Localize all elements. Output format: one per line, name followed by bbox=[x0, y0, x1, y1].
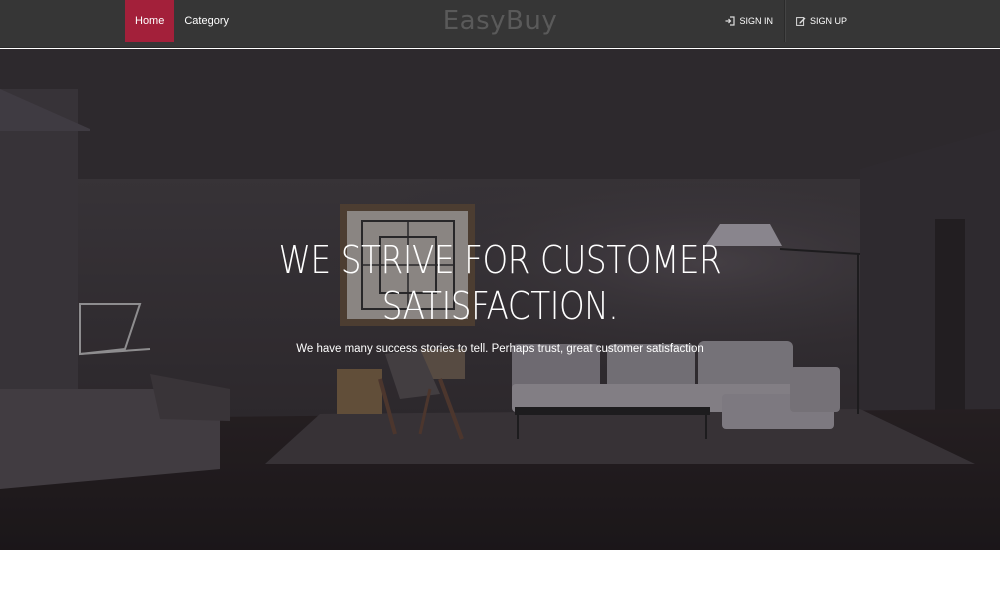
hero-title-line-2: SATISFACTION. bbox=[381, 284, 619, 328]
edit-icon bbox=[796, 17, 806, 26]
hero-title-line-1: WE STRIVE FOR CUSTOMER bbox=[278, 238, 722, 282]
hero-banner: WE STRIVE FOR CUSTOMER SATISFACTION. We … bbox=[0, 49, 1000, 550]
top-navbar: Home Category EasyBuy SIGN IN SIGN UP bbox=[0, 0, 1000, 48]
sign-up-link[interactable]: SIGN UP bbox=[785, 0, 858, 42]
sign-in-label: SIGN IN bbox=[739, 16, 773, 26]
sign-up-label: SIGN UP bbox=[809, 16, 847, 26]
hero-subtitle: We have many success stories to tell. Pe… bbox=[296, 343, 704, 355]
nav-category-link[interactable]: Category bbox=[174, 0, 239, 42]
hero-text-block: WE STRIVE FOR CUSTOMER SATISFACTION. We … bbox=[0, 237, 1000, 355]
hero-title: WE STRIVE FOR CUSTOMER SATISFACTION. bbox=[70, 237, 930, 329]
main-nav: Home Category bbox=[125, 0, 239, 42]
brand-logo[interactable]: EasyBuy bbox=[443, 6, 558, 36]
sign-in-icon bbox=[725, 16, 736, 26]
page-content-area bbox=[0, 550, 1000, 600]
auth-nav: SIGN IN SIGN UP bbox=[714, 0, 858, 42]
nav-home-link[interactable]: Home bbox=[125, 0, 175, 42]
sign-in-link[interactable]: SIGN IN bbox=[714, 0, 784, 42]
